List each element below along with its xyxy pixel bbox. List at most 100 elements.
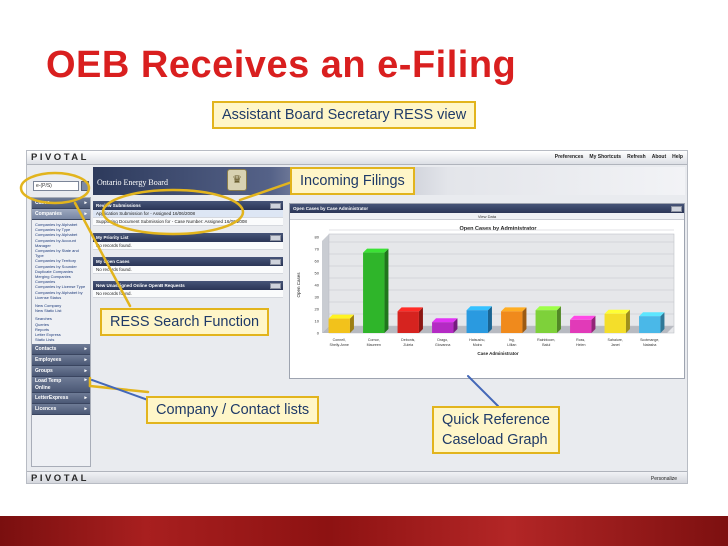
x-tick-label-line1: Rainbloom, bbox=[537, 338, 555, 342]
priority-list-header: My Priority List bbox=[93, 233, 283, 242]
x-axis-label: Case Administrator bbox=[477, 351, 519, 356]
panel-controls-icon[interactable] bbox=[270, 202, 281, 209]
top-links: Preferences My Shortcuts Refresh About H… bbox=[555, 154, 683, 160]
pivotal-logo-bottom: PIVOTAL bbox=[31, 473, 89, 484]
quick-reference-callout: Quick Reference Caseload Graph bbox=[432, 406, 560, 454]
bar-top bbox=[639, 312, 665, 317]
view-data-link[interactable]: View Data bbox=[290, 213, 684, 220]
x-tick-label-line1: Sahaiure, bbox=[608, 338, 623, 342]
top-bar: PIVOTAL Preferences My Shortcuts Refresh… bbox=[27, 151, 687, 165]
y-tick-label: 10 bbox=[315, 319, 320, 324]
x-tick-label-line2: Helen bbox=[576, 343, 585, 347]
bottom-bar: PIVOTAL Personalize bbox=[27, 471, 687, 484]
quick-reference-line1: Quick Reference bbox=[442, 412, 550, 428]
incoming-filings-callout: Incoming Filings bbox=[290, 167, 415, 195]
review-submissions-header: Review Submissions bbox=[93, 201, 283, 210]
sidebar-subitem[interactable]: Companies by License Type bbox=[35, 284, 88, 289]
x-tick-label-line2: Zuleia bbox=[403, 343, 413, 347]
bar bbox=[639, 316, 661, 333]
company-contact-callout: Company / Contact lists bbox=[146, 396, 320, 424]
bar-top bbox=[328, 314, 354, 319]
priority-empty-text: No records found. bbox=[93, 242, 283, 250]
x-tick-label-line2: Lillian bbox=[507, 343, 516, 347]
search-go-button[interactable] bbox=[81, 181, 89, 191]
nav-load-temp-line1: Load Temp bbox=[35, 378, 62, 385]
bar-top bbox=[397, 307, 423, 312]
open-cases-empty-text: No records found. bbox=[93, 266, 283, 274]
bar bbox=[328, 318, 350, 333]
y-tick-label: 20 bbox=[315, 307, 320, 312]
slide-title: OEB Receives an e-Filing bbox=[46, 44, 517, 86]
bar bbox=[501, 311, 523, 333]
sidebar-subitem[interactable]: Companies by State and Type bbox=[35, 248, 88, 258]
nav-companies[interactable]: Companies bbox=[32, 209, 90, 220]
bar-side bbox=[625, 309, 630, 333]
x-tick-label-line1: Scotmange, bbox=[640, 338, 659, 342]
nav-employees[interactable]: Employees bbox=[32, 355, 90, 367]
bar-top bbox=[535, 306, 561, 311]
static-lists-link[interactable]: Static Lists bbox=[35, 337, 88, 342]
panel-controls-icon[interactable] bbox=[270, 282, 281, 289]
my-shortcuts-link[interactable]: My Shortcuts bbox=[589, 154, 621, 160]
bar bbox=[604, 313, 626, 333]
x-tick-label-line1: Debonis, bbox=[401, 338, 415, 342]
open-cases-chart: Open Cases by Administrator 0 10 20 30 40 50 60… bbox=[296, 226, 675, 356]
y-tick-label: 70 bbox=[315, 247, 320, 252]
y-tick-label: 80 bbox=[315, 235, 320, 240]
table-row[interactable]: Supporting Document Submission for - Cas… bbox=[93, 218, 283, 226]
refresh-link[interactable]: Refresh bbox=[627, 154, 646, 160]
x-tick-label-line1: Ross, bbox=[576, 338, 585, 342]
chart-side-wall bbox=[322, 234, 329, 333]
pivotal-logo: PIVOTAL bbox=[31, 152, 89, 163]
open-cases-header: My Open Cases bbox=[93, 257, 283, 266]
nav-letterexpress[interactable]: LetterExpress bbox=[32, 393, 90, 405]
personalize-link[interactable]: Personalize bbox=[651, 476, 677, 482]
unassigned-requests-header: New Unassigned Online OpenB Requests bbox=[93, 281, 283, 290]
bar-top bbox=[501, 307, 527, 312]
nav-cases[interactable]: Cases bbox=[32, 198, 90, 209]
bar bbox=[432, 322, 454, 333]
search-input[interactable]: e-(P/S) bbox=[33, 181, 79, 191]
bar-side bbox=[556, 306, 561, 333]
nav-load-temp-online[interactable]: Load Temp Online bbox=[32, 377, 90, 394]
x-tick-label-line1: Ing, bbox=[509, 338, 515, 342]
bar bbox=[466, 310, 488, 333]
table-row[interactable]: Application Submission for - Assigned 16… bbox=[93, 210, 283, 218]
nav-groups[interactable]: Groups bbox=[32, 366, 90, 378]
x-tick-label-line1: Connell, bbox=[333, 338, 346, 342]
about-link[interactable]: About bbox=[652, 154, 666, 160]
panel-controls-icon[interactable] bbox=[671, 205, 682, 212]
bar-side bbox=[522, 307, 527, 333]
x-tick-label-line2: Shelly-Anne bbox=[330, 343, 349, 347]
ress-view-callout: Assistant Board Secretary RESS view bbox=[212, 101, 477, 129]
quick-reference-line2: Caseload Graph bbox=[442, 432, 548, 448]
x-tick-label-line1: Drago, bbox=[437, 338, 448, 342]
x-tick-label-line2: Balul bbox=[542, 343, 550, 347]
panel-controls-icon[interactable] bbox=[270, 258, 281, 265]
y-tick-label: 0 bbox=[317, 331, 320, 336]
nav-contacts[interactable]: Contacts bbox=[32, 344, 90, 356]
x-tick-label-line1: Hatsushu, bbox=[469, 338, 485, 342]
y-tick-label: 50 bbox=[315, 271, 320, 276]
chart-panel: Open Cases by Case Administrator View Da… bbox=[289, 203, 685, 379]
bar bbox=[535, 310, 557, 333]
panel-controls-icon[interactable] bbox=[270, 234, 281, 241]
unassigned-empty-text: No records found. bbox=[93, 290, 283, 298]
preferences-link[interactable]: Preferences bbox=[555, 154, 584, 160]
bar-top bbox=[570, 315, 596, 320]
sidebar: Cases Companies Companies by Alphabet Co… bbox=[31, 197, 91, 467]
help-link[interactable]: Help bbox=[672, 154, 683, 160]
bar-top bbox=[604, 309, 630, 314]
banner-title: Ontario Energy Board bbox=[97, 178, 168, 187]
bar bbox=[363, 252, 385, 333]
x-tick-label-line1: Cornor, bbox=[368, 338, 380, 342]
nav-load-temp-line2: Online bbox=[35, 385, 51, 392]
chart-title: Open Cases by Administrator bbox=[459, 226, 537, 232]
crest-icon: ♛ bbox=[232, 173, 242, 186]
bar-top bbox=[466, 306, 492, 311]
nav-licences[interactable]: Licences bbox=[32, 404, 90, 416]
sidebar-subitem[interactable]: Companies by Account Manager bbox=[35, 238, 88, 248]
bar-side bbox=[487, 306, 492, 333]
sidebar-subitem[interactable]: Companies by Alphabet by License Status bbox=[35, 290, 88, 300]
ontario-crest: ♛ bbox=[227, 169, 247, 191]
